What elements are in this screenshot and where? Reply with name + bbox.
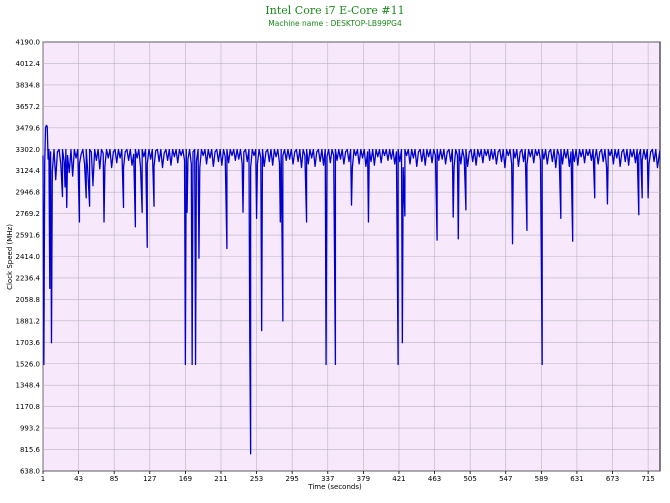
y-tick-label: 1170.8	[16, 403, 41, 411]
x-tick-label: 253	[250, 475, 263, 483]
y-tick-label: 1881.2	[16, 317, 41, 325]
y-tick-label: 2591.6	[16, 232, 41, 240]
chart-title: Intel Core i7 E-Core #11	[265, 4, 404, 17]
x-axis-label: Time (seconds)	[307, 483, 362, 491]
x-tick-label: 169	[179, 475, 192, 483]
y-tick-label: 3302.0	[16, 146, 41, 154]
y-tick-label: 993.2	[20, 425, 40, 433]
y-tick-label: 2414.0	[16, 253, 41, 261]
y-tick-label: 3834.8	[16, 81, 41, 89]
y-tick-label: 4012.4	[16, 60, 41, 68]
y-tick-label: 1526.0	[16, 360, 41, 368]
x-tick-label: 43	[74, 475, 83, 483]
x-tick-label: 379	[357, 475, 370, 483]
y-tick-label: 2058.8	[16, 296, 41, 304]
chart-figure: Intel Core i7 E-Core #11 Machine name : …	[6, 4, 661, 491]
y-tick-label: 815.6	[20, 446, 41, 454]
x-tick-label: 337	[321, 475, 334, 483]
y-tick-label: 2769.2	[16, 210, 41, 218]
x-tick-label: 421	[392, 475, 405, 483]
x-tick-label: 295	[285, 475, 298, 483]
y-axis-label: Clock Speed (MHz)	[6, 224, 14, 290]
x-tick-label: 211	[214, 475, 227, 483]
x-tick-label: 589	[535, 475, 548, 483]
x-tick-label: 505	[463, 475, 476, 483]
x-tick-label: 631	[570, 475, 583, 483]
x-tick-label: 673	[606, 475, 619, 483]
x-tick-label: 463	[428, 475, 441, 483]
x-tick-label: 127	[143, 475, 156, 483]
y-tick-label: 3657.2	[16, 103, 41, 111]
y-tick-label: 2236.4	[16, 274, 41, 282]
y-tick-label: 3124.4	[16, 167, 41, 175]
chart-subtitle: Machine name : DESKTOP-LB99PG4	[268, 19, 402, 28]
y-tick-label: 1703.6	[16, 339, 41, 347]
x-tick-label: 715	[641, 475, 654, 483]
grid-lines	[42, 41, 660, 472]
y-axis-ticks: 4190.0 4012.4 3834.8 3657.2 3479.6 3302.0 3124…	[16, 39, 41, 476]
x-axis-ticks: 1 43 85 127 169 211 253 295 337 379 421 463 505 547 58…	[41, 471, 655, 483]
x-tick-label: 85	[110, 475, 119, 483]
y-tick-label: 2946.8	[16, 189, 41, 197]
y-tick-label: 1348.4	[16, 382, 41, 390]
y-tick-label: 638.0	[20, 468, 40, 476]
x-tick-label: 547	[499, 475, 512, 483]
y-tick-label: 3479.6	[16, 124, 41, 132]
x-tick-label: 1	[41, 475, 45, 483]
y-tick-label: 4190.0	[16, 39, 41, 47]
